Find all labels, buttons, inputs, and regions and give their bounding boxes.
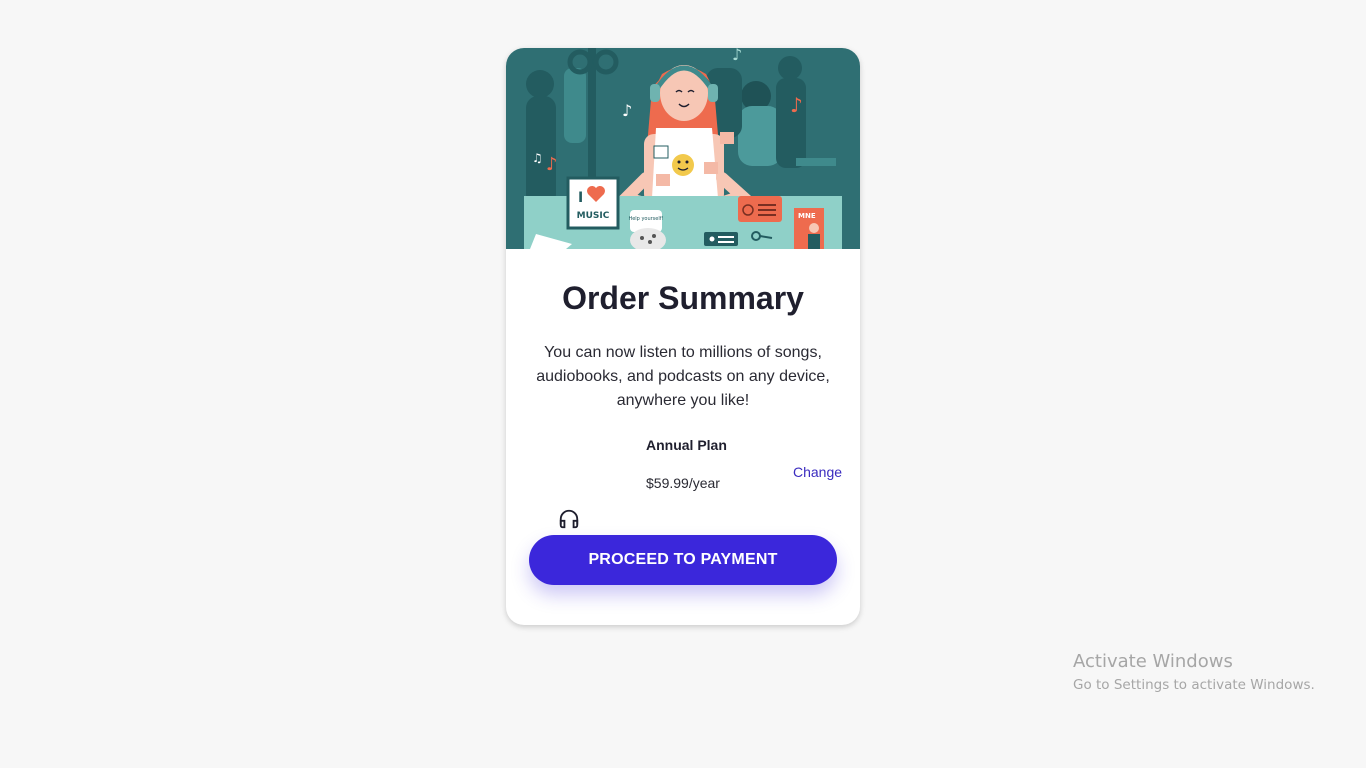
music-logo-text: MUSIC <box>577 211 610 221</box>
svg-text:♪: ♪ <box>546 154 558 175</box>
book-cover-text: MNE <box>798 212 816 220</box>
svg-text:I: I <box>578 190 583 206</box>
svg-text:♪: ♪ <box>790 93 803 117</box>
activate-windows-title: Activate Windows <box>1073 651 1233 672</box>
plan-name: Annual Plan <box>646 437 727 453</box>
change-plan-link[interactable]: Change <box>793 464 842 480</box>
headphones-icon <box>559 509 579 529</box>
svg-text:♫: ♫ <box>532 151 543 165</box>
proceed-to-payment-button[interactable]: PROCEED TO PAYMENT <box>529 535 837 585</box>
order-summary-card: ♪ ♫ ♪ ♪ ♪ I MUSIC Help yourself! MNE Ord… <box>506 48 860 625</box>
plan-price: $59.99/year <box>646 475 720 491</box>
svg-text:♪: ♪ <box>622 101 632 120</box>
page-title: Order Summary <box>562 280 804 316</box>
svg-text:♪: ♪ <box>732 48 742 64</box>
order-description: You can now listen to millions of songs,… <box>536 344 830 409</box>
help-yourself-sign: Help yourself! <box>628 216 663 222</box>
activate-windows-subtitle: Go to Settings to activate Windows. <box>1073 677 1315 693</box>
hero-illustration: ♪ ♫ ♪ ♪ ♪ I MUSIC Help yourself! MNE <box>506 48 860 249</box>
